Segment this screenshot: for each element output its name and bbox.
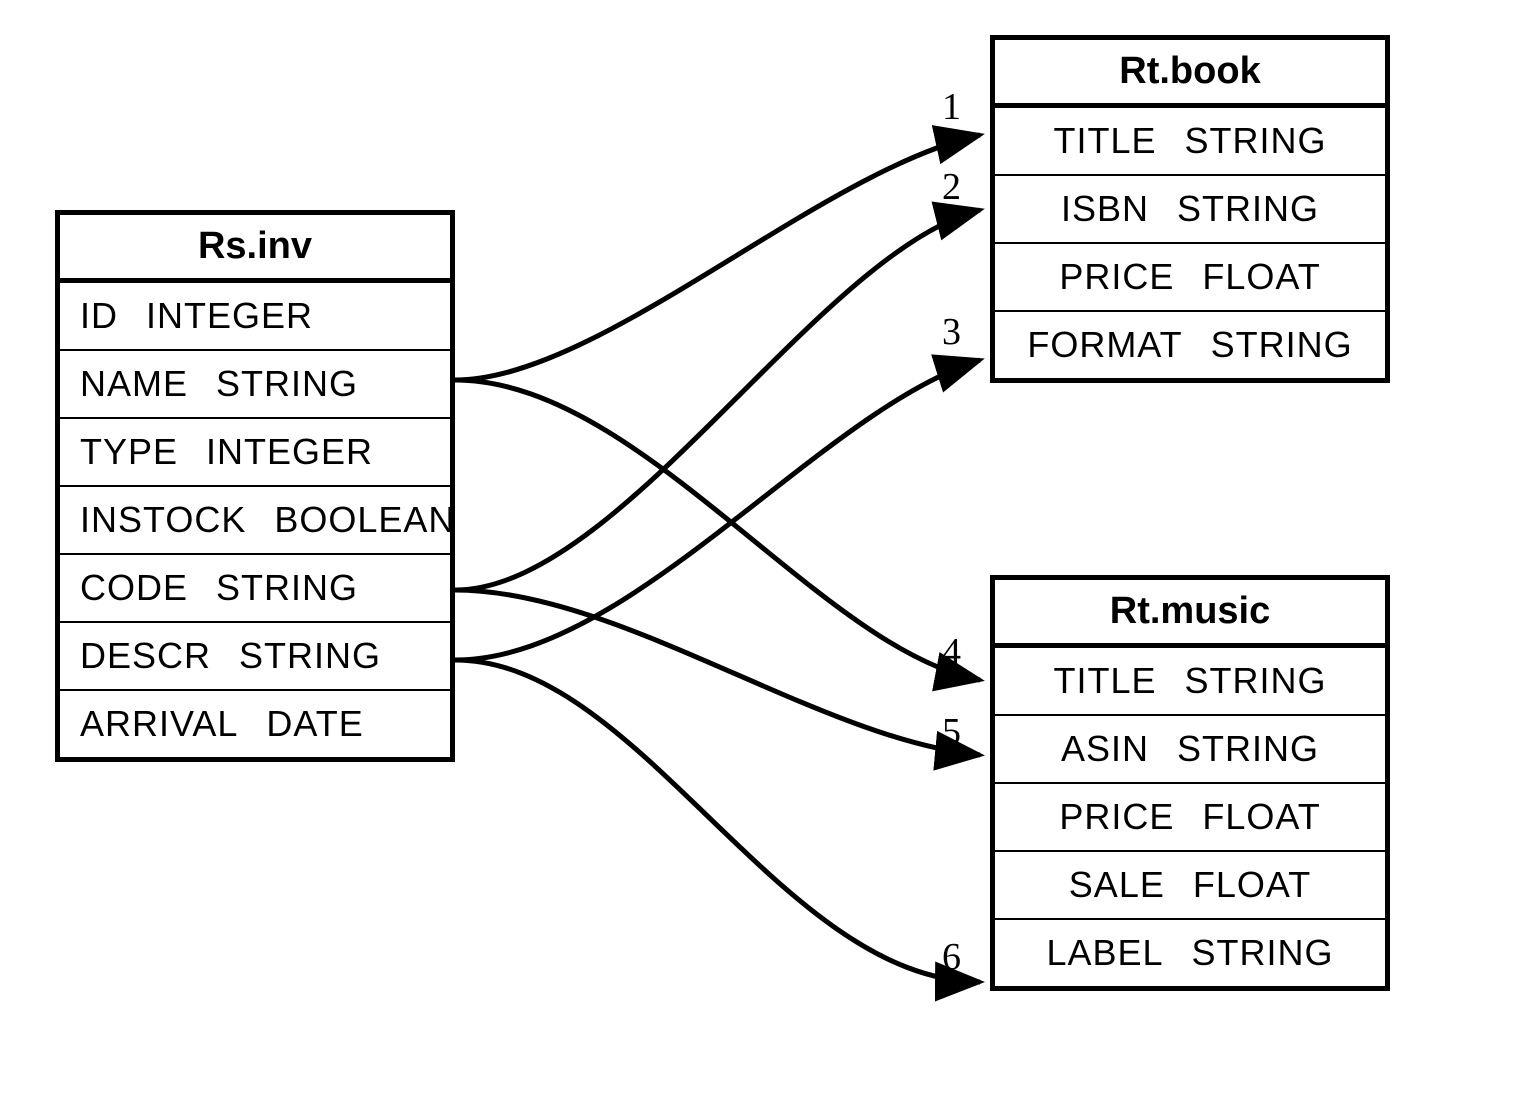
field-name: ASIN <box>1061 728 1149 770</box>
field-name: TYPE <box>80 431 178 473</box>
field-type: STRING <box>216 567 358 609</box>
music-table-title: Rt.music <box>995 580 1385 648</box>
mapping-arrow-6 <box>455 660 980 982</box>
source-table: Rs.inv ID INTEGER NAME STRING TYPE INTEG… <box>55 210 455 762</box>
field-name: TITLE <box>1053 120 1156 162</box>
table-row: ARRIVAL DATE <box>60 691 450 757</box>
field-type: DATE <box>266 703 363 745</box>
field-name: LABEL <box>1046 932 1163 974</box>
field-name: ARRIVAL <box>80 703 238 745</box>
field-type: FLOAT <box>1202 256 1320 298</box>
field-type: STRING <box>239 635 381 677</box>
table-row: PRICE FLOAT <box>995 784 1385 852</box>
field-type: STRING <box>1211 324 1353 366</box>
field-type: INTEGER <box>146 295 313 337</box>
field-type: STRING <box>216 363 358 405</box>
table-row: TYPE INTEGER <box>60 419 450 487</box>
field-type: BOOLEAN <box>274 499 455 541</box>
field-name: INSTOCK <box>80 499 246 541</box>
mapping-label-2: 2 <box>942 165 961 209</box>
field-name: ID <box>80 295 118 337</box>
mapping-arrow-4 <box>455 380 980 680</box>
table-row: LABEL STRING <box>995 920 1385 986</box>
table-row: TITLE STRING <box>995 648 1385 716</box>
mapping-label-1: 1 <box>942 85 961 129</box>
table-row: SALE FLOAT <box>995 852 1385 920</box>
table-row: NAME STRING <box>60 351 450 419</box>
table-row: ISBN STRING <box>995 176 1385 244</box>
field-name: FORMAT <box>1027 324 1182 366</box>
field-name: NAME <box>80 363 188 405</box>
field-type: STRING <box>1185 120 1327 162</box>
field-name: PRICE <box>1059 256 1174 298</box>
table-row: PRICE FLOAT <box>995 244 1385 312</box>
field-type: INTEGER <box>206 431 373 473</box>
mapping-label-4: 4 <box>942 630 961 674</box>
field-type: STRING <box>1177 188 1319 230</box>
mapping-label-5: 5 <box>942 710 961 754</box>
mapping-arrow-5 <box>455 590 980 755</box>
mapping-arrow-1 <box>455 135 980 380</box>
table-row: INSTOCK BOOLEAN <box>60 487 450 555</box>
field-name: SALE <box>1069 864 1165 906</box>
table-row: FORMAT STRING <box>995 312 1385 378</box>
field-name: DESCR <box>80 635 211 677</box>
mapping-arrow-2 <box>455 210 980 590</box>
table-row: DESCR STRING <box>60 623 450 691</box>
field-name: PRICE <box>1059 796 1174 838</box>
book-table-title: Rt.book <box>995 40 1385 108</box>
source-table-title: Rs.inv <box>60 215 450 283</box>
mapping-arrow-3 <box>455 360 980 660</box>
music-table: Rt.music TITLE STRING ASIN STRING PRICE … <box>990 575 1390 991</box>
table-row: ASIN STRING <box>995 716 1385 784</box>
field-name: ISBN <box>1061 188 1149 230</box>
field-name: CODE <box>80 567 188 609</box>
book-table: Rt.book TITLE STRING ISBN STRING PRICE F… <box>990 35 1390 383</box>
field-type: STRING <box>1192 932 1334 974</box>
field-type: STRING <box>1177 728 1319 770</box>
field-type: FLOAT <box>1202 796 1320 838</box>
mapping-label-6: 6 <box>942 935 961 979</box>
field-type: STRING <box>1185 660 1327 702</box>
table-row: CODE STRING <box>60 555 450 623</box>
table-row: TITLE STRING <box>995 108 1385 176</box>
mapping-label-3: 3 <box>942 310 961 354</box>
table-row: ID INTEGER <box>60 283 450 351</box>
field-name: TITLE <box>1053 660 1156 702</box>
field-type: FLOAT <box>1193 864 1311 906</box>
